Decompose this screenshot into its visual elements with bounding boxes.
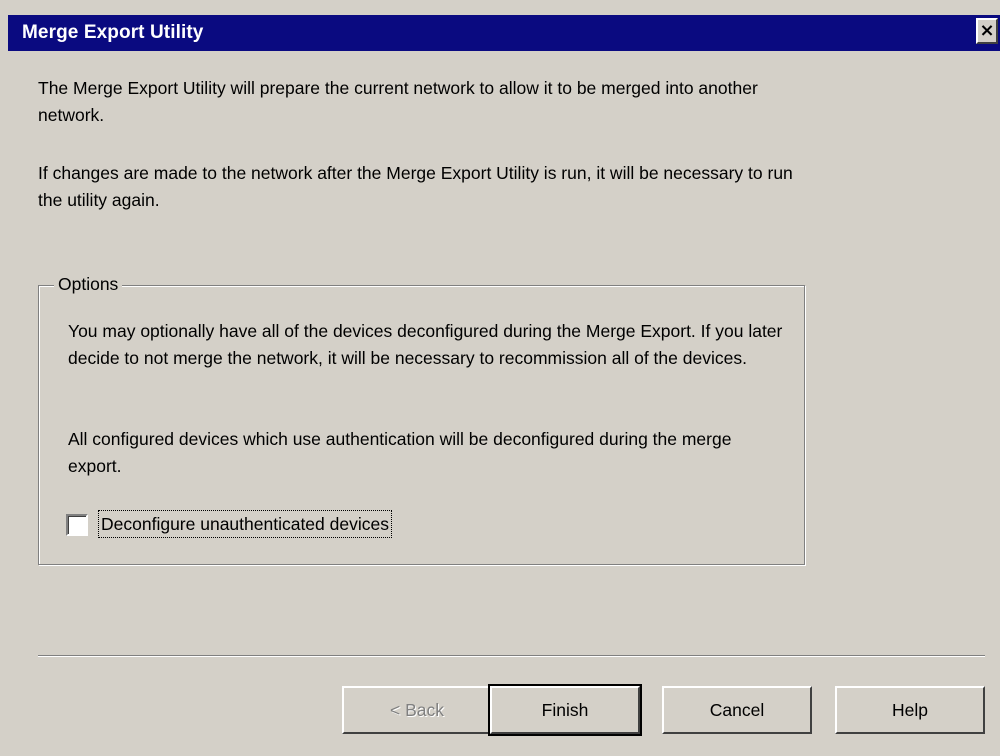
help-button[interactable]: Help [835, 686, 985, 734]
options-group-label: Options [54, 272, 123, 296]
separator-line [38, 655, 985, 657]
merge-export-dialog: Merge Export Utility × The Merge Export … [0, 0, 1000, 756]
title-bar[interactable]: Merge Export Utility × [8, 15, 1000, 51]
intro-paragraph-2: If changes are made to the network after… [38, 163, 793, 210]
intro-paragraph-1: The Merge Export Utility will prepare th… [38, 78, 758, 125]
close-button[interactable]: × [976, 18, 998, 44]
window-title: Merge Export Utility [22, 22, 204, 43]
finish-button[interactable]: Finish [488, 684, 642, 736]
deconfigure-checkbox-label[interactable]: Deconfigure unauthenticated devices [98, 510, 392, 538]
options-description: You may optionally have all of the devic… [68, 321, 783, 368]
deconfigure-checkbox[interactable] [66, 514, 88, 536]
back-button[interactable]: < Back [342, 686, 492, 734]
close-icon: × [979, 20, 995, 41]
options-authentication-note: All configured devices which use authent… [68, 429, 732, 476]
cancel-button[interactable]: Cancel [662, 686, 812, 734]
